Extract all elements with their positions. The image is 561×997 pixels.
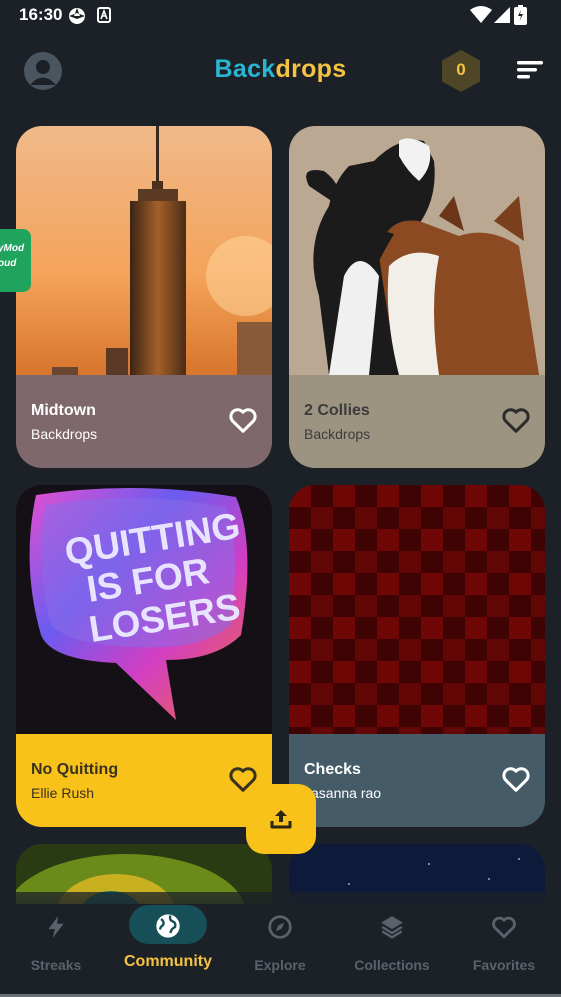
compass-icon	[268, 915, 292, 939]
coin-count: 0	[456, 60, 466, 79]
bottom-navigation: Streaks Community Explore Collections Fa…	[0, 892, 561, 997]
nav-label: Collections	[354, 957, 430, 973]
wallpaper-card-checks[interactable]: Checks Prasanna rao	[289, 485, 545, 827]
signal-icon	[494, 7, 510, 23]
status-bar: 16:30	[0, 0, 561, 30]
sort-icon[interactable]	[517, 60, 543, 80]
favorite-heart-icon[interactable]	[501, 406, 531, 434]
wallpaper-card-collies[interactable]: 2 Collies Backdrops	[289, 126, 545, 468]
overlay-badge-line1: yMod	[0, 243, 25, 254]
nav-label: Streaks	[30, 957, 82, 973]
nav-label: Explore	[254, 957, 306, 973]
layers-icon	[381, 916, 403, 939]
card-title: Checks	[304, 761, 361, 778]
upload-button[interactable]	[246, 784, 316, 854]
nav-item-community[interactable]: Community	[112, 892, 224, 982]
card-info-panel: No Quitting Ellie Rush	[16, 734, 272, 827]
card-title: Midtown	[31, 402, 96, 419]
status-time: 16:30	[19, 5, 63, 24]
card-info-panel: Checks Prasanna rao	[289, 734, 545, 827]
card-title: No Quitting	[31, 761, 119, 778]
nav-item-streaks[interactable]: Streaks	[0, 892, 112, 982]
nav-item-collections[interactable]: Collections	[336, 892, 448, 982]
card-author: Ellie Rush	[31, 785, 95, 801]
wallpaper-card-no-quitting[interactable]: QUITTING IS FOR LOSERS No Quitting Ellie…	[16, 485, 272, 827]
checks-image	[289, 485, 545, 734]
app-title-part1: Back	[214, 55, 276, 83]
coin-counter[interactable]: 0	[440, 49, 482, 93]
collies-image	[289, 126, 545, 375]
nav-label: Community	[124, 953, 212, 970]
nav-label: Favorites	[472, 957, 536, 973]
card-info-panel: Midtown Backdrops	[16, 375, 272, 468]
lightning-icon	[48, 916, 64, 938]
notification-a-icon	[97, 7, 111, 23]
upload-icon	[270, 810, 292, 829]
battery-icon	[514, 5, 527, 25]
heart-icon	[492, 916, 516, 939]
wallpaper-card-midtown[interactable]: Midtown Backdrops	[16, 126, 272, 468]
nav-item-favorites[interactable]: Favorites	[448, 892, 560, 982]
card-author: Backdrops	[31, 426, 98, 442]
card-author: Backdrops	[304, 426, 371, 442]
card-title: 2 Collies	[304, 402, 370, 419]
aperture-icon	[69, 8, 85, 24]
favorite-heart-icon[interactable]	[228, 406, 258, 434]
app-header: Backdrops 0	[0, 40, 561, 100]
favorite-heart-icon[interactable]	[501, 765, 531, 793]
nav-item-explore[interactable]: Explore	[224, 892, 336, 982]
overlay-badge-line2: oud	[0, 258, 17, 269]
card-info-panel: 2 Collies Backdrops	[289, 375, 545, 468]
app-title-part2: drops	[275, 55, 347, 83]
midtown-image	[16, 126, 272, 375]
no-quitting-image: QUITTING IS FOR LOSERS	[16, 485, 272, 734]
wifi-icon	[470, 6, 492, 23]
globe-icon	[156, 914, 180, 938]
floating-overlay-badge[interactable]: yMod oud	[0, 229, 31, 292]
